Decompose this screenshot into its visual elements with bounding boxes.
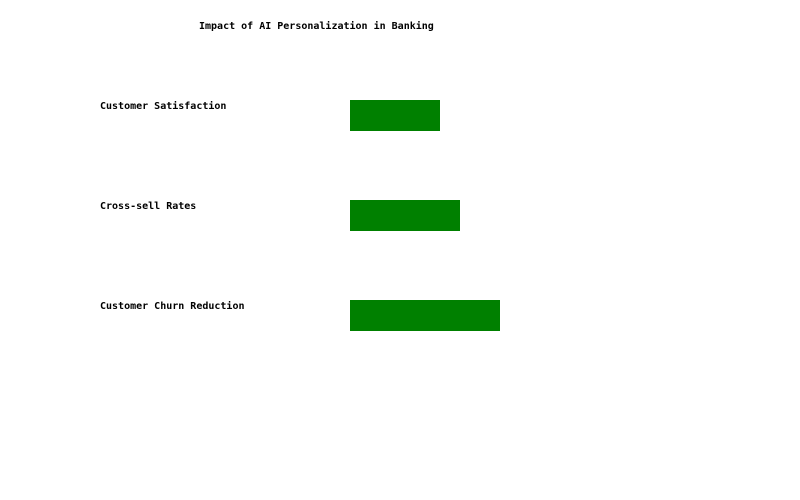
bars <box>350 100 500 331</box>
chart-title: Impact of AI Personalization in Banking <box>199 20 434 32</box>
bar-customer-churn-reduction <box>350 300 500 331</box>
category-label: Customer Satisfaction <box>100 100 226 112</box>
chart: Impact of AI Personalization in Banking … <box>100 20 500 331</box>
bar-customer-satisfaction <box>350 100 440 131</box>
category-labels: Customer Satisfaction Cross-sell Rates Cus… <box>100 100 245 312</box>
category-label: Customer Churn Reduction <box>100 300 245 312</box>
category-label: Cross-sell Rates <box>100 201 196 212</box>
bar-cross-sell-rates <box>350 200 460 231</box>
